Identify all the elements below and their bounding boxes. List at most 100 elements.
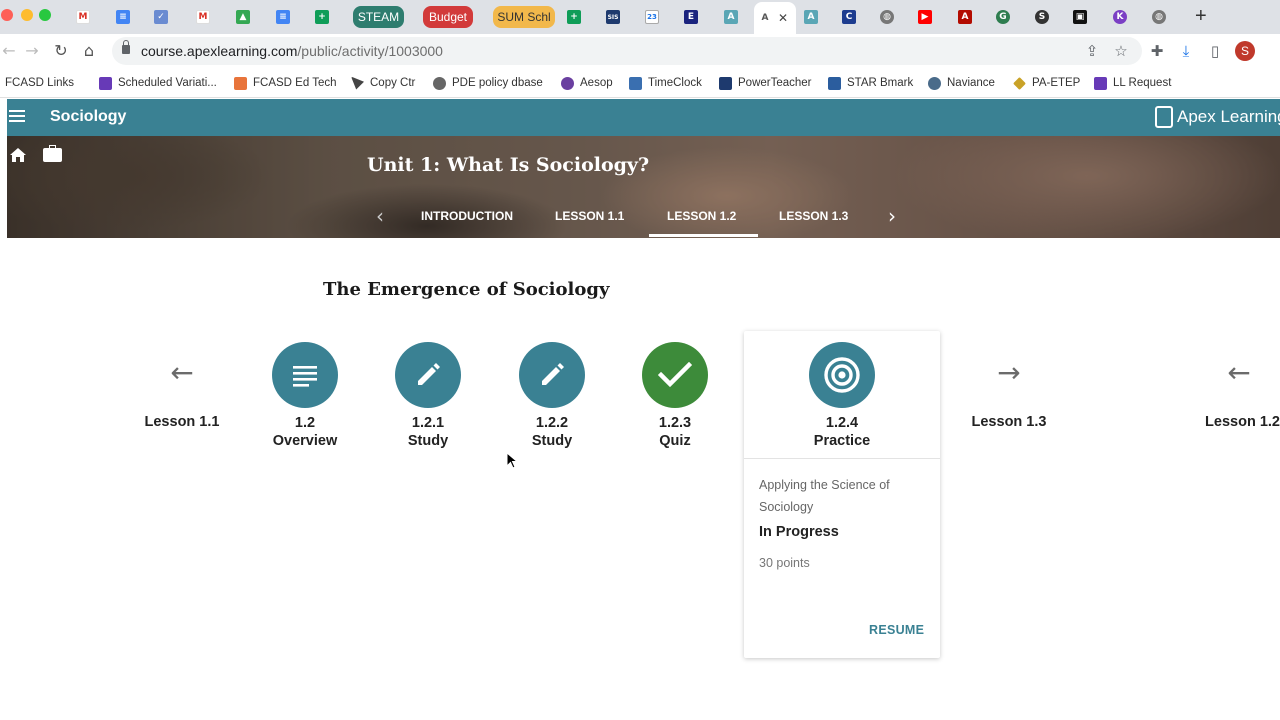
browser-tab-apex-2[interactable]: A xyxy=(800,5,831,29)
browser-tab-vote[interactable]: ✓ xyxy=(150,5,181,29)
activity-practice-button[interactable] xyxy=(809,342,875,408)
maximize-window-button[interactable] xyxy=(39,9,51,21)
bookmark-star-icon[interactable]: ☆ xyxy=(1112,42,1130,60)
activity-study-1-label: 1.2.1 Study xyxy=(383,414,473,450)
activity-study-1-button[interactable] xyxy=(395,342,461,408)
close-tab-icon[interactable]: ✕ xyxy=(778,11,788,25)
apex-icon: A xyxy=(758,11,772,25)
tabs-next-chevron-icon[interactable]: › xyxy=(888,204,896,228)
edpuzzle-icon: E xyxy=(684,10,698,24)
browser-tab-youtube[interactable]: ▶ xyxy=(914,5,945,29)
browser-tab-e[interactable]: E xyxy=(680,5,711,29)
browser-tab-sheets-2[interactable]: + xyxy=(563,5,594,29)
back-arrow-icon[interactable]: ← xyxy=(0,42,18,60)
browser-tab-pdf[interactable]: A xyxy=(954,5,985,29)
tabs-prev-chevron-icon[interactable]: ‹ xyxy=(376,204,384,228)
tab-lesson-1-3[interactable]: LESSON 1.3 xyxy=(779,209,848,223)
calendar-icon: 23 xyxy=(645,10,659,24)
browser-tab-globe-2[interactable]: ◍ xyxy=(1148,5,1179,29)
next-lesson-arrow-icon[interactable]: → xyxy=(994,358,1024,388)
activity-practice-label: 1.2.4 Practice xyxy=(797,414,887,450)
browser-tab-s[interactable]: S xyxy=(1031,5,1062,29)
bookmark-label: Copy Ctr xyxy=(370,77,416,89)
bookmark-powerteacher[interactable]: PowerTeacher xyxy=(719,75,812,91)
browser-tab-sis[interactable]: SIS xyxy=(602,5,633,29)
browser-tab-drive[interactable]: ▲ xyxy=(232,5,263,29)
bookmark-label: Naviance xyxy=(947,77,995,89)
minimize-window-button[interactable] xyxy=(21,9,33,21)
browser-tab-c[interactable]: C xyxy=(838,5,869,29)
url-path: /public/activity/1003000 xyxy=(297,43,443,59)
document-icon xyxy=(293,366,317,387)
resume-button[interactable]: RESUME xyxy=(869,623,924,637)
bookmark-fcasd-links[interactable]: FCASD Links xyxy=(5,75,74,91)
youtube-icon: ▶ xyxy=(918,10,932,24)
bookmark-copy-ctr[interactable]: Copy Ctr xyxy=(351,75,415,91)
unit-banner: Unit 1: What Is Sociology? ‹ INTRODUCTIO… xyxy=(7,136,1280,238)
globe-icon: ◍ xyxy=(880,10,894,24)
browser-tab-kami[interactable]: K xyxy=(1109,5,1140,29)
activity-name: Overview xyxy=(272,433,338,449)
bookmark-label: PowerTeacher xyxy=(738,77,812,89)
browser-tab-docs[interactable]: ≡ xyxy=(112,5,143,29)
share-icon[interactable]: ⇪ xyxy=(1083,42,1101,60)
forward-arrow-icon[interactable]: → xyxy=(23,42,41,60)
browser-tab-apex[interactable]: A xyxy=(720,5,751,29)
far-lesson-link[interactable]: Lesson 1.2 xyxy=(1170,414,1280,430)
browser-tab-screencast[interactable]: ▣ xyxy=(1069,5,1100,29)
bookmark-naviance[interactable]: Naviance xyxy=(928,75,995,91)
home-icon[interactable] xyxy=(10,148,26,162)
address-bar[interactable]: course.apexlearning.com/public/activity/… xyxy=(112,37,1142,65)
bookmark-fcasd-ed-tech[interactable]: FCASD Ed Tech xyxy=(234,75,337,91)
browser-tab-g[interactable]: G xyxy=(992,5,1023,29)
tab-group-sum-schl[interactable]: SUM Schl xyxy=(493,6,555,28)
bookmark-timeclock[interactable]: TimeClock xyxy=(629,75,702,91)
bookmark-ll-request[interactable]: LL Request xyxy=(1094,75,1171,91)
activity-study-2-button[interactable] xyxy=(519,342,585,408)
tab-group-steam[interactable]: STEAM xyxy=(353,6,404,28)
chart-icon xyxy=(234,76,247,90)
far-prev-lesson-arrow-icon[interactable]: ← xyxy=(1224,358,1254,388)
bookmark-aesop[interactable]: Aesop xyxy=(561,75,613,91)
hamburger-menu-icon[interactable] xyxy=(9,110,25,124)
activity-overview-button[interactable] xyxy=(272,342,338,408)
activity-name: Practice xyxy=(813,433,871,449)
browser-tab-docs-2[interactable]: ≡ xyxy=(272,5,303,29)
bookmark-pde-policy[interactable]: PDE policy dbase xyxy=(433,75,543,91)
activity-quiz-button[interactable] xyxy=(642,342,708,408)
browser-tab-active[interactable]: A ✕ xyxy=(754,2,796,34)
prev-lesson-link[interactable]: Lesson 1.1 xyxy=(127,414,237,430)
home-icon[interactable]: ⌂ xyxy=(80,42,98,60)
drive-icon: ▲ xyxy=(236,10,250,24)
apex-icon: A xyxy=(724,10,738,24)
bookmark-scheduled-variation[interactable]: Scheduled Variati... xyxy=(99,75,217,91)
clever-icon: C xyxy=(842,10,856,24)
tab-introduction[interactable]: INTRODUCTION xyxy=(421,209,513,223)
next-lesson-link[interactable]: Lesson 1.3 xyxy=(954,414,1064,430)
browser-tab-globe[interactable]: ◍ xyxy=(876,5,907,29)
url-text[interactable]: course.apexlearning.com/public/activity/… xyxy=(141,43,443,59)
globe-icon xyxy=(433,76,446,90)
browser-tab-sheets[interactable]: + xyxy=(311,5,342,29)
briefcase-icon[interactable] xyxy=(43,145,62,162)
tab-lesson-1-2[interactable]: LESSON 1.2 xyxy=(667,209,736,223)
new-tab-plus-icon[interactable]: + xyxy=(1195,6,1207,26)
activity-number: 1.2.2 xyxy=(535,415,569,431)
activity-name: Study xyxy=(531,433,573,449)
tab-lesson-1-1[interactable]: LESSON 1.1 xyxy=(555,209,624,223)
profile-avatar[interactable]: S xyxy=(1235,41,1255,61)
side-panel-icon[interactable]: ▯ xyxy=(1206,42,1224,60)
browser-tab-strip: M ≡ ✓ M ▲ ≡ + STEAM Budget SUM Schl + SI… xyxy=(0,0,1280,34)
tab-group-budget[interactable]: Budget xyxy=(423,6,473,28)
download-icon[interactable]: ⤓ xyxy=(1177,42,1195,60)
activity-number: 1.2.3 xyxy=(658,415,692,431)
prev-lesson-arrow-icon[interactable]: ← xyxy=(167,358,197,388)
bookmark-star-bmark[interactable]: STAR Bmark xyxy=(828,75,913,91)
reload-icon[interactable]: ↻ xyxy=(52,42,70,60)
browser-tab-gmail-2[interactable]: M xyxy=(192,5,223,29)
extensions-puzzle-icon[interactable]: ✚ xyxy=(1148,42,1166,60)
browser-tab-calendar[interactable]: 23 xyxy=(641,5,672,29)
close-window-button[interactable] xyxy=(1,9,13,21)
bookmark-pa-etep[interactable]: PA-ETEP xyxy=(1013,75,1080,91)
browser-tab-gmail[interactable]: M xyxy=(72,5,103,29)
